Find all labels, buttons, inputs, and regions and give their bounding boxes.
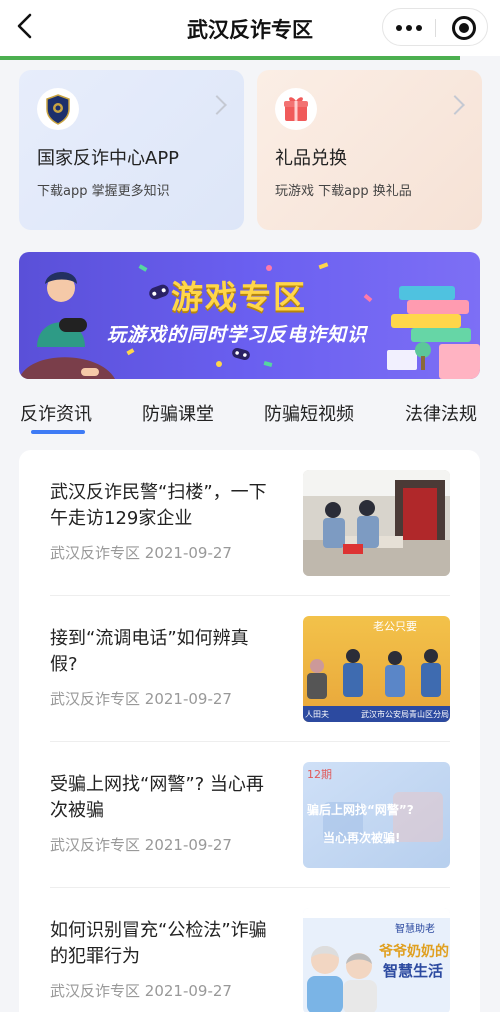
active-tab-indicator xyxy=(31,430,85,434)
chevron-right-icon xyxy=(445,95,465,115)
anti-fraud-app-card[interactable]: 国家反诈中心APP 下载app 掌握更多知识 xyxy=(19,70,244,230)
card-title: 礼品兑换 xyxy=(275,148,347,169)
navigation-bar: 武汉反诈专区 xyxy=(0,0,500,56)
card-subtitle: 玩游戏 下载app 换礼品 xyxy=(275,184,412,199)
article-title: 受骗上网找“网警”? 当心再次被骗 xyxy=(50,774,264,821)
gift-icon xyxy=(275,88,317,130)
tab-laws[interactable]: 法律法规 xyxy=(405,400,477,426)
card-subtitle: 下载app 掌握更多知识 xyxy=(37,184,170,199)
game-zone-banner[interactable]: 游戏专区 玩游戏的同时学习反电诈知识 xyxy=(19,252,480,379)
capsule-divider xyxy=(435,19,436,37)
article-list: 武汉反诈民警“扫楼”，一下午走访129家企业 武汉反诈专区 2021-09-27 xyxy=(19,450,480,1012)
article-meta: 武汉反诈专区 2021-09-27 xyxy=(50,834,232,855)
loading-progress-bar xyxy=(0,56,460,60)
article-source: 武汉反诈专区 xyxy=(50,982,141,1000)
close-mini-program-icon[interactable] xyxy=(452,16,476,40)
banner-subtitle: 玩游戏的同时学习反电诈知识 xyxy=(107,324,368,346)
list-item[interactable]: 受骗上网找“网警”? 当心再次被骗 武汉反诈专区 2021-09-27 12期 … xyxy=(19,742,480,888)
thumb-text: 当心再次被骗! xyxy=(323,830,400,845)
thumb-text: 智慧助老 xyxy=(395,922,435,935)
thumb-text: 智慧生活 xyxy=(383,962,443,980)
mini-program-capsule xyxy=(382,8,488,46)
article-title: 武汉反诈民警“扫楼”，一下午走访129家企业 xyxy=(50,482,267,529)
tab-news[interactable]: 反诈资讯 xyxy=(20,400,92,426)
thumb-text: 老公只要 xyxy=(373,620,417,633)
article-source: 武汉反诈专区 xyxy=(50,544,141,562)
article-meta: 武汉反诈专区 2021-09-27 xyxy=(50,542,232,563)
article-date: 2021-09-27 xyxy=(144,836,232,854)
article-meta: 武汉反诈专区 2021-09-27 xyxy=(50,688,232,709)
chevron-right-icon xyxy=(207,95,227,115)
police-badge-icon xyxy=(37,88,79,130)
article-title: 如何识别冒充“公检法”诈骗的犯罪行为 xyxy=(50,920,267,967)
more-icon[interactable] xyxy=(383,9,435,47)
thumb-text: 人田夫 xyxy=(305,709,329,719)
thumb-text: 骗后上网找“网警”? xyxy=(307,802,414,817)
article-source: 武汉反诈专区 xyxy=(50,836,141,854)
thumb-text: 12期 xyxy=(307,768,332,781)
article-title: 接到“流调电话”如何辨真假? xyxy=(50,628,249,675)
article-date: 2021-09-27 xyxy=(144,982,232,1000)
thumb-text: 武汉市公安局青山区分局 xyxy=(361,709,449,719)
list-item[interactable]: 武汉反诈民警“扫楼”，一下午走访129家企业 武汉反诈专区 2021-09-27 xyxy=(19,450,480,596)
article-date: 2021-09-27 xyxy=(144,544,232,562)
gift-exchange-card[interactable]: 礼品兑换 玩游戏 下载app 换礼品 xyxy=(257,70,482,230)
article-source: 武汉反诈专区 xyxy=(50,690,141,708)
tab-fraud-class[interactable]: 防骗课堂 xyxy=(142,400,214,426)
banner-title: 游戏专区 xyxy=(171,278,308,316)
card-title: 国家反诈中心APP xyxy=(37,148,180,169)
list-item[interactable]: 如何识别冒充“公检法”诈骗的犯罪行为 武汉反诈专区 2021-09-27 智慧助… xyxy=(19,888,480,1012)
list-item[interactable]: 接到“流调电话”如何辨真假? 武汉反诈专区 2021-09-27 老公只要 武汉… xyxy=(19,596,480,742)
article-meta: 武汉反诈专区 2021-09-27 xyxy=(50,980,232,1001)
tab-short-videos[interactable]: 防骗短视频 xyxy=(264,400,354,426)
article-thumbnail: 老公只要 武汉市公安局青山区分局 人田夫 xyxy=(303,616,450,722)
article-thumbnail: 智慧助老 爷爷奶奶的 智慧生活 xyxy=(303,908,450,1012)
article-thumbnail xyxy=(303,470,450,576)
article-date: 2021-09-27 xyxy=(144,690,232,708)
article-thumbnail: 12期 骗后上网找“网警”? 当心再次被骗! xyxy=(303,762,450,868)
thumb-text: 爷爷奶奶的 xyxy=(379,943,449,960)
